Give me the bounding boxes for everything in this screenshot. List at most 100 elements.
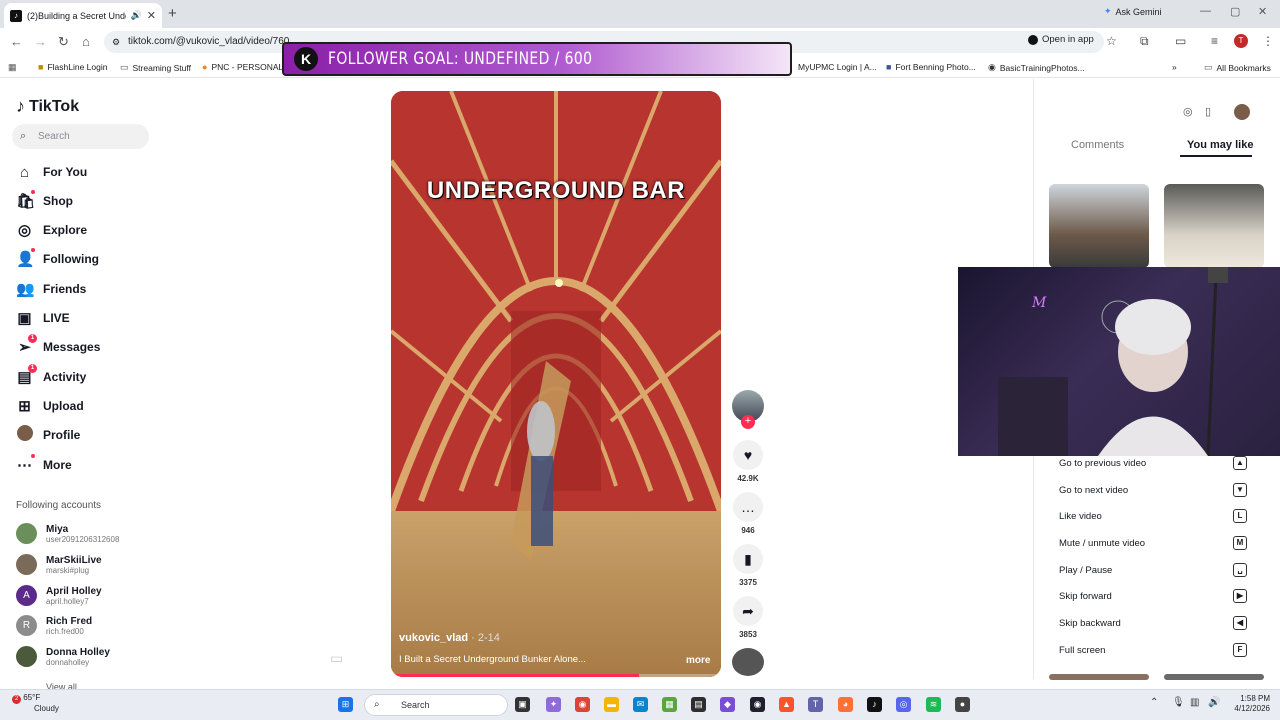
extensions-icon[interactable]: ⧉ — [1140, 34, 1149, 49]
reload-icon[interactable]: ↻ — [58, 34, 69, 50]
bookmark-basic-training[interactable]: ◉ BasicTrainingPhotos... — [988, 62, 1085, 73]
app-icon[interactable]: ▦ — [662, 697, 677, 712]
media-controls-icon[interactable]: ≡ — [1211, 34, 1218, 48]
discord-icon[interactable]: ◎ — [896, 697, 911, 712]
volume-icon[interactable]: 🔊 — [1208, 697, 1220, 708]
app-icon[interactable]: ▤ — [691, 697, 706, 712]
brave-icon[interactable]: ▲ — [779, 697, 794, 712]
nav-shop[interactable]: 🛍 Shop — [16, 190, 73, 211]
video-player[interactable]: UNDERGROUND BAR vukovic_vlad · 2-14 I Bu… — [391, 91, 721, 677]
compass-small-icon[interactable]: ◎ — [1183, 105, 1193, 118]
home-icon[interactable]: ⌂ — [82, 34, 90, 49]
all-bookmarks[interactable]: ▭ All Bookmarks — [1204, 62, 1271, 73]
video-author[interactable]: vukovic_vlad · 2-14 — [399, 632, 500, 644]
heart-icon[interactable]: ♥ — [733, 440, 763, 470]
bookmark-flashline[interactable]: ■ FlashLine Login — [38, 62, 107, 72]
captions-icon[interactable]: ▭ — [330, 650, 343, 667]
browser-menu-icon[interactable]: ⋮ — [1262, 34, 1274, 48]
follow-plus-icon[interactable]: + — [741, 415, 755, 429]
network-icon[interactable]: ▥ — [1190, 697, 1199, 708]
nav-profile[interactable]: Profile — [16, 425, 80, 445]
following-account[interactable]: Donna Holley donnaholley — [16, 646, 110, 667]
following-account[interactable]: R Rich Fred rich.fred00 — [16, 615, 92, 636]
bookmark-streaming[interactable]: ▭ Streaming Stuff — [120, 62, 191, 73]
more-bookmarks-icon[interactable]: » — [1172, 62, 1177, 72]
maximize-icon[interactable]: ▢ — [1230, 5, 1240, 18]
search-input[interactable]: ⌕ Search — [12, 124, 149, 149]
minimize-icon[interactable]: — — [1200, 5, 1211, 17]
apps-grid-icon[interactable]: ▦ — [8, 62, 17, 73]
open-in-app-button[interactable]: Open in app — [1028, 34, 1094, 45]
speaker-icon[interactable]: 🔊 — [131, 10, 142, 21]
browser-tab[interactable]: ♪ (2)Building a Secret Undergr... 🔊 ✕ — [4, 3, 162, 28]
file-explorer-icon[interactable]: ▬ — [604, 697, 619, 712]
nav-upload[interactable]: ⊞ Upload — [16, 396, 83, 416]
firefox-icon[interactable]: ◕ — [838, 697, 853, 712]
app-icon[interactable]: ◉ — [750, 697, 765, 712]
bookmark-pnc[interactable]: ● PNC - PERSONAL — [202, 62, 283, 72]
recommended-video-thumbnail[interactable] — [1049, 674, 1149, 680]
following-icon: 👤 — [16, 248, 35, 268]
taskbar-search[interactable]: ⌕ Search — [364, 694, 508, 716]
site-info-icon[interactable]: ⚙ — [112, 31, 120, 53]
nav-friends[interactable]: 👥 Friends — [16, 279, 86, 299]
share-action[interactable]: ➦ 3853 — [732, 596, 764, 639]
obs-icon[interactable]: ● — [955, 697, 970, 712]
like-action[interactable]: ♥ 42.9K — [732, 440, 764, 483]
tab-you-may-like[interactable]: You may like — [1187, 139, 1253, 151]
following-account[interactable]: Miya user2091206312608 — [16, 523, 119, 544]
back-icon[interactable]: ← — [10, 34, 23, 49]
nav-more[interactable]: ⋯ More — [16, 454, 72, 475]
following-account[interactable]: MarSkiiLive marski#plug — [16, 554, 102, 575]
nav-explore[interactable]: ◎ Explore — [16, 220, 87, 240]
user-avatar[interactable] — [1234, 104, 1250, 120]
tab-comments[interactable]: Comments — [1071, 139, 1124, 151]
cast-icon[interactable]: ▭ — [1175, 34, 1186, 48]
comment-action[interactable]: … 946 — [732, 492, 764, 535]
save-action[interactable]: ▮ 3375 — [732, 544, 764, 587]
bookmark-myupmc[interactable]: MyUPMC Login | A... — [798, 62, 877, 72]
recommended-video-thumbnail[interactable] — [1164, 674, 1264, 680]
forward-icon[interactable]: → — [34, 34, 47, 49]
nav-following[interactable]: 👤 Following — [16, 248, 99, 269]
teams-icon[interactable]: T — [808, 697, 823, 712]
description-more-button[interactable]: more — [686, 655, 710, 666]
outlook-icon[interactable]: ✉ — [633, 697, 648, 712]
app-icon[interactable]: ◆ — [720, 697, 735, 712]
share-icon[interactable]: ➦ — [733, 596, 763, 626]
weather-widget[interactable]: 2 65°F Cloudy — [12, 693, 59, 714]
windows-start-icon[interactable]: ⊞ — [338, 697, 353, 712]
tiktok-taskbar-icon[interactable]: ♪ — [867, 697, 882, 712]
spotify-icon[interactable]: ≋ — [926, 697, 941, 712]
copilot-icon[interactable]: ✦ — [546, 697, 561, 712]
task-view-icon[interactable]: ▣ — [515, 697, 530, 712]
new-tab-icon[interactable]: + — [168, 5, 177, 22]
tray-chevron-icon[interactable]: ⌃ — [1150, 697, 1158, 708]
bookmark-star-icon[interactable]: ☆ — [1106, 34, 1117, 48]
bookmark-fort-benning[interactable]: ■ Fort Benning Photo... — [886, 62, 976, 72]
taskbar-clock[interactable]: 1:58 PM 4/12/2026 — [1226, 694, 1270, 714]
account-handle: marski#plug — [46, 565, 90, 575]
nav-messages[interactable]: ➢ 1 Messages — [16, 334, 100, 357]
close-tab-icon[interactable]: ✕ — [147, 9, 156, 22]
nav-for-you[interactable]: ⌂ For You — [16, 162, 87, 182]
device-icon[interactable]: ▯ — [1205, 105, 1211, 118]
tiktok-logo[interactable]: ♪ TikTok — [16, 96, 79, 117]
shortcut-play-pause: Play / Pause ␣ — [1059, 563, 1247, 577]
recommended-video-thumbnail[interactable] — [1164, 184, 1264, 268]
browser-profile-avatar[interactable]: T — [1234, 34, 1248, 48]
next-creator-avatar[interactable] — [732, 648, 764, 676]
shortcut-label: Full screen — [1059, 644, 1106, 656]
close-window-icon[interactable]: ✕ — [1258, 5, 1267, 18]
video-progress-bar[interactable] — [391, 674, 721, 677]
ask-gemini-button[interactable]: ✦ Ask Gemini — [1104, 6, 1162, 17]
following-account[interactable]: A April Holley april.holley7 — [16, 585, 102, 606]
chrome-icon[interactable]: ◉ — [575, 697, 590, 712]
microphone-icon[interactable]: 🎙 — [1172, 697, 1185, 708]
recommended-video-thumbnail[interactable] — [1049, 184, 1149, 268]
nav-activity[interactable]: ▤ 1 Activity — [16, 364, 86, 387]
nav-live[interactable]: ▣ LIVE — [16, 308, 69, 328]
account-name: Rich Fred — [46, 615, 93, 627]
comment-icon[interactable]: … — [733, 492, 763, 522]
bookmark-icon[interactable]: ▮ — [733, 544, 763, 574]
